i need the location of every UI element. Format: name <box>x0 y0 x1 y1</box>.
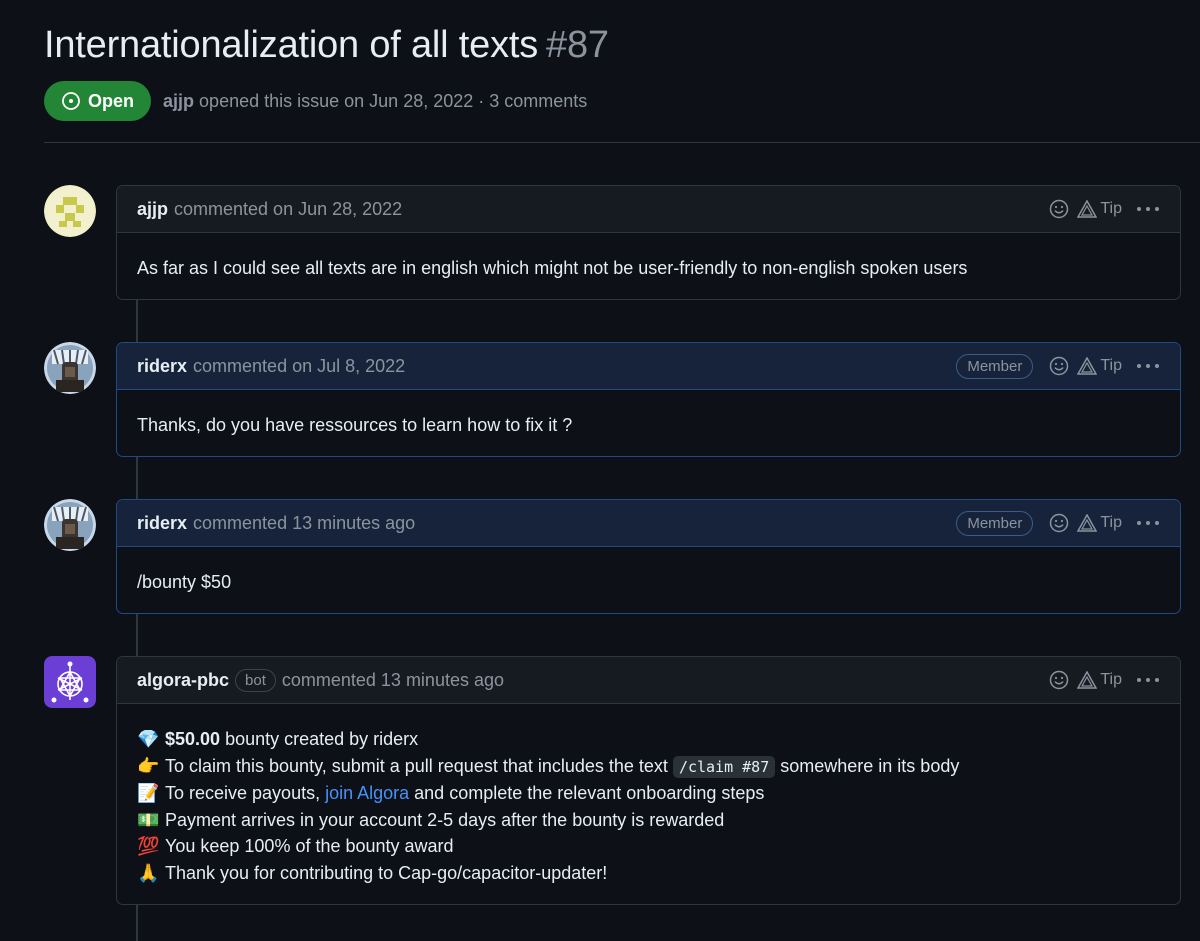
algora-tip-icon <box>1077 200 1098 218</box>
tip-label: Tip <box>1100 200 1122 217</box>
tip-label: Tip <box>1100 357 1122 374</box>
payouts-text-post: and complete the relevant onboarding ste… <box>409 783 765 803</box>
more-options-icon[interactable] <box>1136 363 1160 369</box>
comment-header: riderx commented 13 minutes ago Member T… <box>117 500 1180 547</box>
issue-number: #87 <box>546 24 609 66</box>
add-reaction-icon[interactable] <box>1049 513 1069 533</box>
tip-button[interactable]: Tip <box>1077 200 1122 218</box>
issue-open-icon <box>62 92 80 110</box>
claim-text-pre: To claim this bounty, submit a pull requ… <box>165 755 673 776</box>
comment-body: As far as I could see all texts are in e… <box>137 258 968 278</box>
more-options-icon[interactable] <box>1136 677 1160 683</box>
avatar-riderx[interactable] <box>44 342 96 394</box>
bounty-line-created: 💎 $50.00 bounty created by riderx <box>137 726 1160 753</box>
comment-time[interactable]: commented 13 minutes ago <box>193 513 415 534</box>
header-divider <box>44 142 1200 143</box>
bounty-line-keep: 💯 You keep 100% of the bounty award <box>137 833 1160 860</box>
comment-header: algora-pbc bot commented 13 minutes ago … <box>117 657 1180 704</box>
comment-author[interactable]: riderx <box>137 513 187 534</box>
bounty-created-text: bounty created by riderx <box>220 729 419 749</box>
comment-4: algora-pbc bot commented 13 minutes ago … <box>116 656 1181 905</box>
algora-tip-icon <box>1077 671 1098 689</box>
claim-code: /claim #87 <box>672 755 776 778</box>
comment-author[interactable]: algora-pbc <box>137 670 229 691</box>
bounty-line-payment: 💵 Payment arrives in your account 2-5 day… <box>137 807 1160 834</box>
add-reaction-icon[interactable] <box>1049 356 1069 376</box>
tip-label: Tip <box>1100 514 1122 531</box>
folded-hands-icon: 🙏 <box>137 862 160 883</box>
issue-author-link[interactable]: ajjp <box>163 91 194 111</box>
comment-body: Thanks, do you have ressources to learn … <box>137 415 573 435</box>
bounty-amount: $50.00 <box>165 729 221 749</box>
comment-3: riderx commented 13 minutes ago Member T… <box>116 499 1181 614</box>
avatar-algora-pbc[interactable] <box>44 656 96 708</box>
member-badge: Member <box>956 353 1034 379</box>
more-options-icon[interactable] <box>1136 520 1160 526</box>
join-algora-link[interactable]: join Algora <box>325 783 409 803</box>
more-options-icon[interactable] <box>1136 206 1160 212</box>
tip-label: Tip <box>1100 671 1122 688</box>
comment-author[interactable]: riderx <box>137 356 187 377</box>
user-photo-avatar <box>44 342 96 394</box>
pointing-hand-icon: 👉 <box>137 755 160 776</box>
identicon-avatar <box>44 185 96 237</box>
bounty-line-thanks: 🙏 Thank you for contributing to Cap-go/ca… <box>137 860 1160 887</box>
tip-button[interactable]: Tip <box>1077 357 1122 375</box>
comment-body: 💎 $50.00 bounty created by riderx 👉 To cla… <box>117 704 1180 906</box>
algora-logo-icon <box>44 656 96 708</box>
memo-icon: 📝 <box>137 783 160 803</box>
issue-title: Internationalization of all texts #87 <box>44 24 609 67</box>
comment-time[interactable]: commented on Jul 8, 2022 <box>193 356 405 377</box>
hundred-icon: 💯 <box>137 836 160 856</box>
bot-badge: bot <box>235 668 276 692</box>
comment-time[interactable]: commented on Jun 28, 2022 <box>174 199 402 220</box>
state-label: Open <box>88 90 135 111</box>
comment-2: riderx commented on Jul 8, 2022 Member T… <box>116 342 1181 457</box>
claim-text-post: somewhere in its body <box>775 755 960 776</box>
gem-icon: 💎 <box>137 729 160 749</box>
issue-meta-detail: opened this issue on Jun 28, 2022 · 3 co… <box>199 90 588 111</box>
add-reaction-icon[interactable] <box>1049 670 1069 690</box>
tip-button[interactable]: Tip <box>1077 514 1122 532</box>
payouts-text-pre: To receive payouts, <box>165 783 326 803</box>
avatar-ajjp[interactable] <box>44 185 96 237</box>
algora-tip-icon <box>1077 514 1098 532</box>
comment-body: /bounty $50 <box>137 572 232 592</box>
tip-button[interactable]: Tip <box>1077 671 1122 689</box>
payment-text: Payment arrives in your account 2-5 days… <box>165 809 725 830</box>
comment-header: ajjp commented on Jun 28, 2022 Tip <box>117 186 1180 233</box>
issue-opened-text: ajjp opened this issue on Jun 28, 2022 ·… <box>163 91 587 112</box>
money-icon: 💵 <box>137 809 160 830</box>
algora-tip-icon <box>1077 357 1098 375</box>
thanks-text: Thank you for contributing to Cap-go/cap… <box>165 862 608 883</box>
state-badge: Open <box>44 81 152 121</box>
bounty-line-claim: 👉 To claim this bounty, submit a pull req… <box>137 753 1160 781</box>
member-badge: Member <box>956 510 1034 536</box>
issue-meta: Open ajjp opened this issue on Jun 28, 2… <box>44 81 587 121</box>
bounty-line-payouts: 📝 To receive payouts, join Algora and com… <box>137 780 1160 807</box>
user-photo-avatar <box>44 499 96 551</box>
issue-title-text: Internationalization of all texts <box>44 24 539 66</box>
comment-1: ajjp commented on Jun 28, 2022 Tip As fa… <box>116 185 1181 300</box>
avatar-riderx[interactable] <box>44 499 96 551</box>
comment-author[interactable]: ajjp <box>137 199 168 220</box>
comment-time[interactable]: commented 13 minutes ago <box>282 670 504 691</box>
keep-text: You keep 100% of the bounty award <box>165 836 454 856</box>
add-reaction-icon[interactable] <box>1049 199 1069 219</box>
comment-header: riderx commented on Jul 8, 2022 Member T… <box>117 343 1180 390</box>
